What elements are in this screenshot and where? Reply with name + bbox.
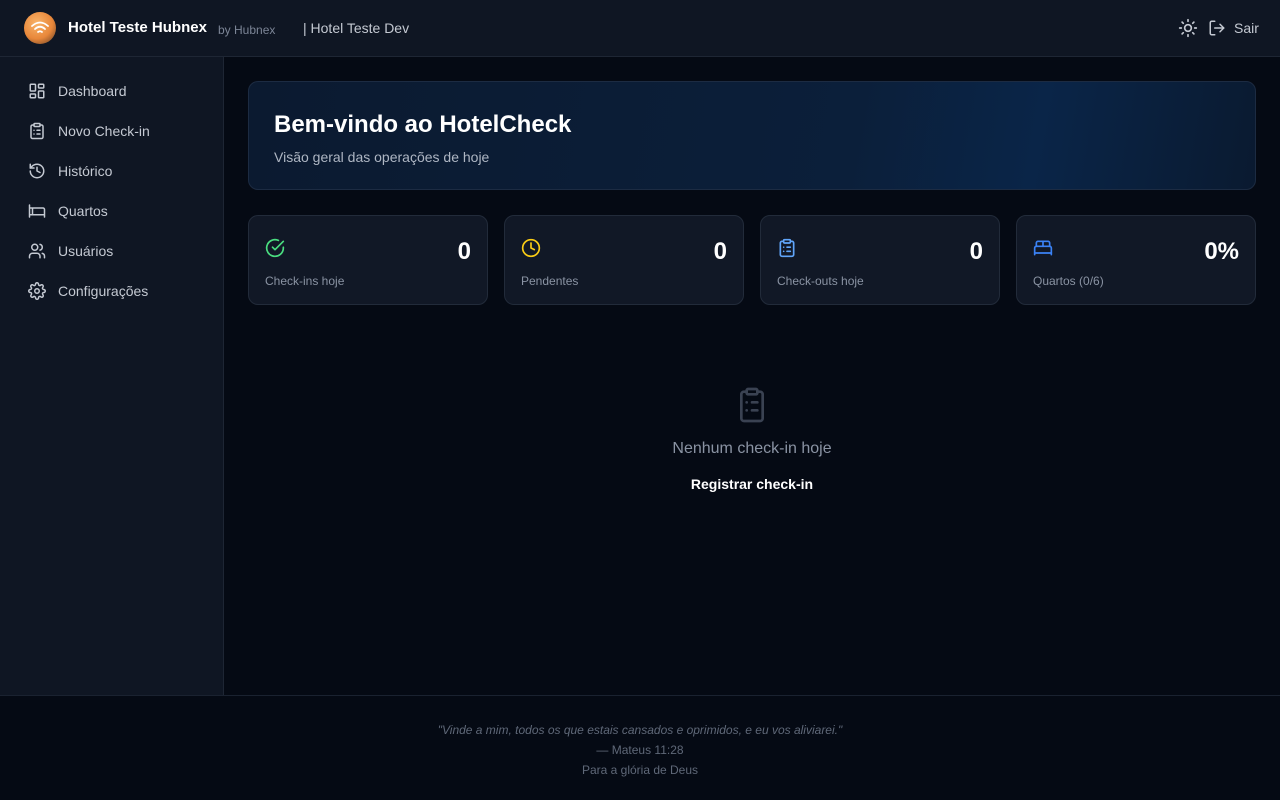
footer-dedication: Para a glória de Deus [581,763,699,777]
footer-quote: "Vinde a mim, todos os que estais cansad… [437,723,843,737]
bed-icon [1033,240,1053,256]
register-check-in-button[interactable]: Registrar check-in [0,476,1280,492]
check-circle-icon [265,238,285,258]
stat-value: 0 [457,238,471,265]
sidebar-item-dashboard[interactable]: Dashboard [16,73,208,109]
sidebar-item-label: Usuários [58,243,114,259]
footer: "Vinde a mim, todos os que estais cansad… [0,695,1280,800]
sidebar-item-configuracoes[interactable]: Configurações [16,273,208,309]
sidebar-item-usuarios[interactable]: Usuários [16,233,208,269]
hotel-logo [24,12,56,44]
stat-card-quartos: 0% Quartos (0/6) [1016,215,1256,305]
footer-quote-reference: — Mateus 11:28 [596,743,684,757]
sidebar-item-quartos[interactable]: Quartos [16,193,208,229]
stat-label: Check-ins hoje [265,274,345,288]
theme-toggle-button[interactable] [1178,18,1198,38]
stat-value: 0% [1204,238,1239,265]
sidebar: Dashboard Novo Check-in Histórico Quarto… [0,57,224,695]
top-header: Hotel Teste Hubnex by Hubnex | Hotel Tes… [0,0,1280,57]
page-title: Bem-vindo ao HotelCheck [274,111,572,138]
sidebar-item-historico[interactable]: Histórico [16,153,208,189]
history-icon [29,163,45,179]
log-out-icon [1209,20,1225,36]
clipboard-list-icon [30,122,44,140]
stat-card-check-outs: 0 Check-outs hoje [760,215,1000,305]
app-title: Hotel Teste Hubnex [68,19,207,36]
sidebar-item-novo-check-in[interactable]: Novo Check-in [16,113,208,149]
settings-icon [28,282,46,300]
stat-label: Quartos (0/6) [1033,274,1104,288]
stat-card-pendentes: 0 Pendentes [504,215,744,305]
logout-button[interactable]: Sair [1208,17,1259,39]
sidebar-item-label: Histórico [58,163,113,179]
page-subtitle: Visão geral das operações de hoje [274,149,490,165]
sidebar-item-label: Quartos [58,203,108,219]
sun-icon [1178,18,1198,38]
clipboard-list-icon [740,387,764,423]
clock-icon [521,238,541,258]
sidebar-item-label: Configurações [58,283,149,299]
users-icon [28,243,46,259]
hotel-name: | Hotel Teste Dev [303,20,410,36]
bed-icon [28,204,46,218]
app-by-label: by Hubnex [218,23,276,37]
sidebar-item-label: Dashboard [58,83,127,99]
empty-state-text: Nenhum check-in hoje [672,440,832,457]
stat-card-check-ins: 0 Check-ins hoje [248,215,488,305]
logout-label: Sair [1234,20,1259,36]
stat-label: Check-outs hoje [777,274,864,288]
layout-dashboard-icon [29,83,45,99]
clipboard-icon [779,238,795,258]
sidebar-item-label: Novo Check-in [58,123,150,139]
stat-value: 0 [713,238,727,265]
welcome-banner: Bem-vindo ao HotelCheck Visão geral das … [248,81,1256,190]
stat-value: 0 [969,238,983,265]
stat-label: Pendentes [521,274,579,288]
